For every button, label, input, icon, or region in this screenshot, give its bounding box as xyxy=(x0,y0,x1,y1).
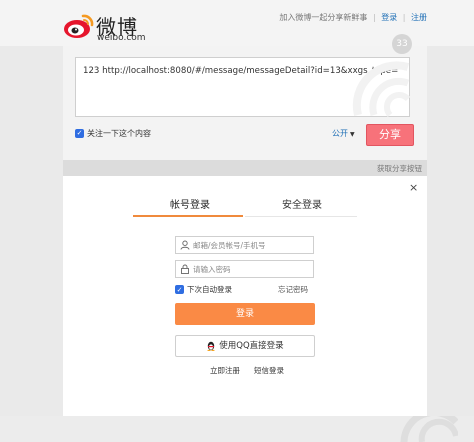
header-register-link[interactable]: 注册 xyxy=(411,13,427,22)
qq-login-button[interactable]: 使用QQ直接登录 xyxy=(175,335,315,357)
top-links: 加入微博一起分享新鲜事 | 登录 | 注册 xyxy=(279,12,427,23)
login-modal xyxy=(63,176,427,416)
qq-login-label: 使用QQ直接登录 xyxy=(219,341,284,351)
password-input[interactable] xyxy=(193,262,308,276)
tab-secure-login[interactable]: 安全登录 xyxy=(282,196,322,211)
account-field[interactable] xyxy=(175,236,314,254)
checkbox-checked-icon[interactable]: ✓ xyxy=(175,285,184,294)
weibo-watermark-icon xyxy=(400,416,458,442)
share-button[interactable]: 分享 xyxy=(366,124,414,146)
checkbox-checked-icon[interactable]: ✓ xyxy=(75,128,84,138)
tab-account-login[interactable]: 帐号登录 xyxy=(170,196,210,211)
lock-icon xyxy=(181,264,189,274)
separator: | xyxy=(402,13,406,22)
active-tab-indicator xyxy=(133,215,243,217)
login-button[interactable]: 登录 xyxy=(175,303,315,325)
sms-login-link[interactable]: 短信登录 xyxy=(254,366,284,375)
follow-checkbox-row[interactable]: ✓ 关注一下这个内容 xyxy=(75,127,151,139)
right-margin xyxy=(427,0,474,442)
tab-divider xyxy=(245,216,357,217)
weibo-watermark-icon xyxy=(352,61,410,117)
register-now-link[interactable]: 立即注册 xyxy=(210,366,240,375)
visibility-dropdown[interactable]: 公开 ▼ xyxy=(332,128,355,139)
separator: | xyxy=(372,13,376,22)
follow-label: 关注一下这个内容 xyxy=(87,128,151,138)
auto-login-label: 下次自动登录 xyxy=(187,285,232,294)
forgot-password-link[interactable]: 忘记密码 xyxy=(278,284,308,295)
auto-login-row[interactable]: ✓ 下次自动登录 xyxy=(175,284,232,295)
visibility-label: 公开 xyxy=(332,129,348,138)
close-icon[interactable]: × xyxy=(409,181,418,194)
caret-down-icon: ▼ xyxy=(350,131,355,138)
header-login-link[interactable]: 登录 xyxy=(381,13,397,22)
password-field[interactable] xyxy=(175,260,314,278)
left-margin xyxy=(0,0,63,442)
char-count-badge: 33 xyxy=(392,34,412,54)
bottom-links: 立即注册 短信登录 xyxy=(210,365,298,376)
weibo-eye-icon xyxy=(64,14,94,38)
qq-penguin-icon xyxy=(207,341,215,351)
user-icon xyxy=(180,240,190,250)
share-footer-bar xyxy=(63,160,427,176)
join-text: 加入微博一起分享新鲜事 xyxy=(279,13,368,22)
account-input[interactable] xyxy=(193,238,308,252)
get-share-button-link[interactable]: 获取分享按钮 xyxy=(377,163,422,174)
brand-domain: weibo.com xyxy=(97,33,146,43)
weibo-logo[interactable]: 微博 weibo.com xyxy=(63,9,173,43)
